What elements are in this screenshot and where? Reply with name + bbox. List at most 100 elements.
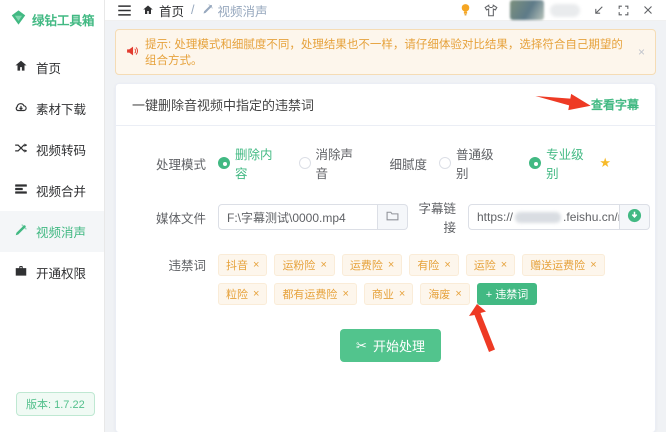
tag-label: 粒险 xyxy=(226,286,248,302)
alert-close-icon[interactable]: × xyxy=(638,45,645,59)
tag-label: 运粉险 xyxy=(282,257,315,273)
fineness-label: 细腻度 xyxy=(379,154,427,173)
alert-text: 提示: 处理模式和细腻度不同，处理结果也不一样，请仔细体验对比结果，选择符合自己… xyxy=(145,36,632,68)
tag-item: 粒险 × xyxy=(218,283,267,305)
radio-delete-content[interactable]: 删除内容 xyxy=(218,144,273,182)
sidebar: 绿钻工具箱 首页 素材下载 视频转码 视频合并 视频消声 xyxy=(0,0,105,432)
subtitle-link-group: https:// .feishu.cn/minu xyxy=(468,204,650,230)
field-subtitle-link: 字幕链接 https:// .feishu.cn/minu xyxy=(408,198,666,236)
tag-remove-icon[interactable]: × xyxy=(388,259,394,271)
tag-item: 商业× xyxy=(364,283,413,305)
sidebar-item-permissions[interactable]: 开通权限 xyxy=(0,252,104,293)
tool-panel: 一键删除音视频中指定的违禁词 查看字幕 处理模式 删除内容 xyxy=(115,83,656,432)
view-subtitle-link[interactable]: 查看字幕 xyxy=(591,96,639,113)
link-suffix: .feishu.cn/minu xyxy=(563,210,620,224)
download-circle-icon xyxy=(627,208,642,226)
forbidden-words-tags: 抖音× 运粉险× 运费险× 有险× 运险× 赠送运费险× 粒险× 都有运费险× … xyxy=(218,252,637,305)
minimize-corner-icon[interactable] xyxy=(592,4,605,17)
sidebar-item-label: 视频合并 xyxy=(36,181,86,200)
tag-remove-icon[interactable]: × xyxy=(501,259,507,271)
tag-item: 赠送运费险× xyxy=(522,254,604,276)
breadcrumb-home-icon[interactable] xyxy=(142,4,154,16)
radio-professional-level[interactable]: 专业级别 ★ xyxy=(529,144,611,182)
tag-label: 抖音 xyxy=(226,257,248,273)
sidebar-item-video-transcode[interactable]: 视频转码 xyxy=(0,129,104,170)
app-window: 绿钻工具箱 首页 素材下载 视频转码 视频合并 视频消声 xyxy=(0,0,666,432)
sidebar-item-label: 素材下载 xyxy=(36,99,86,118)
lightbulb-icon[interactable] xyxy=(459,3,472,17)
tag-remove-icon[interactable]: × xyxy=(399,288,405,300)
breadcrumb-current: 视频消声 xyxy=(202,1,268,20)
row-forbidden-words: 违禁词 抖音× 运粉险× 运费险× 有险× 运险× 赠送运费险× 粒险× 都有运… xyxy=(144,252,637,305)
fetch-subtitle-button[interactable] xyxy=(620,204,650,230)
subtitle-link-input[interactable]: https:// .feishu.cn/minu xyxy=(468,204,620,230)
add-forbidden-word-button[interactable]: + 违禁词 xyxy=(477,283,537,305)
hamburger-menu-icon[interactable] xyxy=(117,4,132,17)
scissors-icon: ✂ xyxy=(356,338,367,354)
tag-remove-icon[interactable]: × xyxy=(590,259,596,271)
media-file-input[interactable] xyxy=(218,204,378,230)
sidebar-item-home[interactable]: 首页 xyxy=(0,47,104,88)
topbar-right xyxy=(459,0,654,20)
tag-item: 有险 × xyxy=(409,254,458,276)
tag-remove-icon[interactable]: × xyxy=(455,288,461,300)
tag-remove-icon[interactable]: × xyxy=(253,288,259,300)
tag-remove-icon[interactable]: × xyxy=(253,259,259,271)
field-process-mode: 处理模式 删除内容 消除声音 xyxy=(144,144,379,182)
main-area: 首页 / 视频消声 xyxy=(105,0,666,432)
brush-icon xyxy=(14,223,28,240)
sidebar-item-video-mute[interactable]: 视频消声 xyxy=(0,211,104,252)
breadcrumb-brush-icon xyxy=(202,3,214,18)
radio-normal-level[interactable]: 普通级别 xyxy=(439,144,503,182)
avatar[interactable] xyxy=(510,0,544,20)
radio-remove-sound[interactable]: 消除声音 xyxy=(299,144,354,182)
app-title: 绿钻工具箱 xyxy=(32,10,95,29)
shuffle-icon xyxy=(14,141,28,158)
row-mode-fineness: 处理模式 删除内容 消除声音 细腻度 xyxy=(144,144,637,182)
sidebar-item-material-download[interactable]: 素材下载 xyxy=(0,88,104,129)
tshirt-icon[interactable] xyxy=(484,4,498,17)
folder-icon xyxy=(386,210,399,224)
radio-icon xyxy=(299,157,311,169)
close-window-icon[interactable] xyxy=(642,4,654,16)
sidebar-item-label: 视频消声 xyxy=(36,222,86,241)
tag-item: 运费险 × xyxy=(342,254,402,276)
tag-remove-icon[interactable]: × xyxy=(320,259,326,271)
panel-body: 处理模式 删除内容 消除声音 细腻度 xyxy=(116,126,655,432)
tag-label: 有险 xyxy=(417,257,439,273)
tag-item: 海废 × xyxy=(420,283,469,305)
sidebar-item-label: 视频转码 xyxy=(36,140,86,159)
notice-alert: 提示: 处理模式和细腻度不同，处理结果也不一样，请仔细体验对比结果，选择符合自己… xyxy=(115,29,656,75)
breadcrumb: 首页 / 视频消声 xyxy=(142,1,268,20)
tag-remove-icon[interactable]: × xyxy=(444,259,450,271)
media-file-group xyxy=(218,204,408,230)
field-media-file: 媒体文件 xyxy=(144,198,408,236)
start-row: ✂ 开始处理 xyxy=(144,329,637,362)
link-prefix: https:// xyxy=(477,210,513,224)
briefcase-icon xyxy=(14,264,28,281)
sidebar-item-video-merge[interactable]: 视频合并 xyxy=(0,170,104,211)
sidebar-item-label: 首页 xyxy=(36,58,61,77)
start-processing-button[interactable]: ✂ 开始处理 xyxy=(340,329,441,362)
panel-title: 一键删除音视频中指定的违禁词 xyxy=(132,95,314,114)
media-file-label: 媒体文件 xyxy=(144,208,206,227)
row-file-link: 媒体文件 字幕链接 xyxy=(144,198,637,236)
fullscreen-icon[interactable] xyxy=(617,4,630,17)
tag-label: 海废 xyxy=(428,286,450,302)
radio-label: 普通级别 xyxy=(456,144,503,182)
subtitle-link-label: 字幕链接 xyxy=(408,198,456,236)
topbar: 首页 / 视频消声 xyxy=(105,0,666,21)
process-mode-label: 处理模式 xyxy=(144,154,206,173)
breadcrumb-home[interactable]: 首页 xyxy=(159,1,184,20)
browse-folder-button[interactable] xyxy=(378,204,408,230)
radio-icon xyxy=(439,157,451,169)
red-arrow-to-subtitle-link xyxy=(533,83,595,119)
tag-label: 都有运费险 xyxy=(282,286,337,302)
tag-remove-icon[interactable]: × xyxy=(342,288,348,300)
tag-item: 运粉险 × xyxy=(274,254,334,276)
cloud-download-icon xyxy=(14,100,28,117)
breadcrumb-separator: / xyxy=(191,3,194,17)
radio-icon xyxy=(529,157,541,169)
breadcrumb-current-label: 视频消声 xyxy=(218,1,268,20)
tag-label: 运费险 xyxy=(350,257,383,273)
